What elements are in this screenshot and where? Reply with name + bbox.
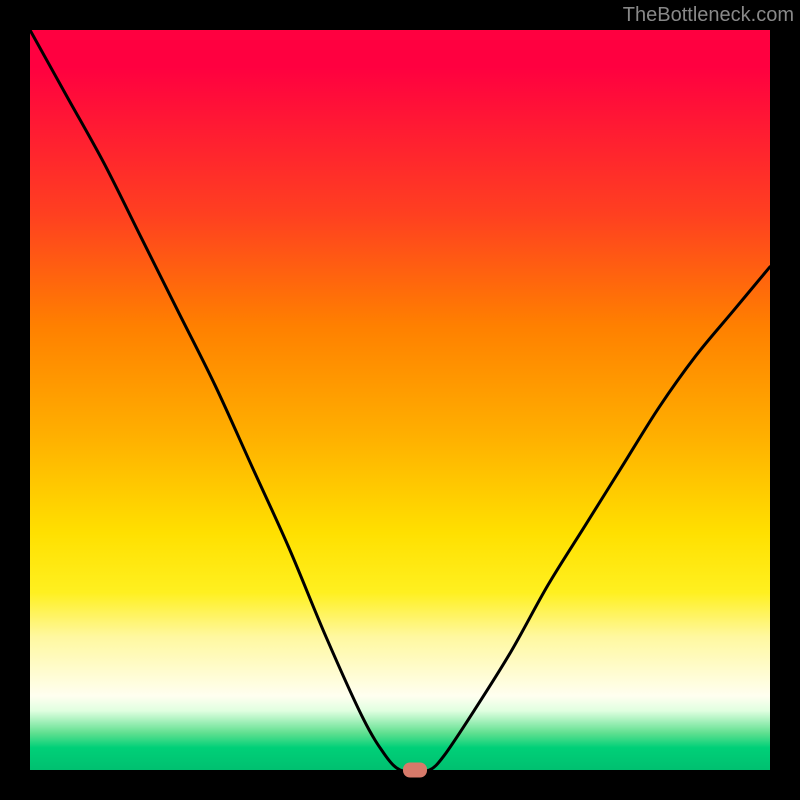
watermark-text: TheBottleneck.com [623,4,794,27]
bottleneck-curve [30,30,770,770]
curve-svg [30,30,770,770]
chart-container: TheBottleneck.com [0,0,800,800]
optimum-marker [403,763,427,778]
